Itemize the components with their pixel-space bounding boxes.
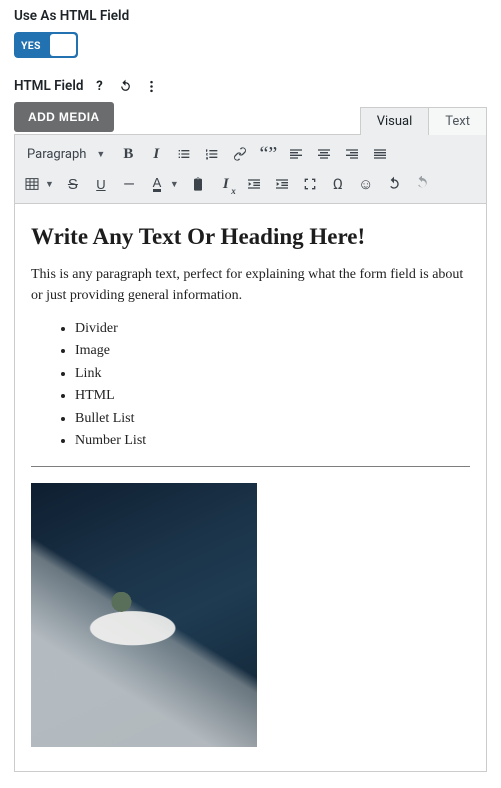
format-dropdown-label: Paragraph — [27, 147, 86, 162]
table-dropdown-icon[interactable]: ▼ — [45, 179, 54, 190]
bold-button[interactable]: B — [115, 141, 141, 167]
redo-button[interactable] — [409, 171, 435, 197]
emoji-button[interactable]: ☺ — [353, 171, 379, 197]
chevron-down-icon: ▼ — [96, 149, 105, 160]
align-right-button[interactable] — [339, 141, 365, 167]
editor-content[interactable]: Write Any Text Or Heading Here! This is … — [14, 204, 487, 772]
list-item: Image — [75, 340, 470, 362]
blockquote-button[interactable]: “” — [255, 141, 281, 167]
add-media-button[interactable]: ADD MEDIA — [14, 102, 114, 132]
more-icon[interactable] — [143, 78, 159, 94]
content-image — [31, 483, 257, 747]
bullet-list-button[interactable] — [171, 141, 197, 167]
numbered-list-button[interactable] — [199, 141, 225, 167]
list-item: HTML — [75, 385, 470, 407]
use-as-html-toggle[interactable]: YES — [14, 32, 78, 58]
table-button[interactable] — [19, 171, 45, 197]
content-divider — [31, 466, 470, 467]
format-dropdown[interactable]: Paragraph ▼ — [19, 144, 113, 165]
help-icon[interactable]: ? — [91, 78, 107, 94]
toggle-knob — [50, 34, 76, 56]
italic-button[interactable]: I — [143, 141, 169, 167]
use-as-html-label: Use As HTML Field — [14, 8, 487, 24]
text-color-dropdown-icon[interactable]: ▼ — [170, 179, 179, 190]
content-paragraph: This is any paragraph text, perfect for … — [31, 264, 470, 306]
list-item: Link — [75, 363, 470, 385]
outdent-button[interactable] — [241, 171, 267, 197]
editor-toolbar: Paragraph ▼ B I “” ▼ S — [14, 134, 487, 204]
underline-button[interactable]: U — [88, 171, 114, 197]
tab-text[interactable]: Text — [429, 107, 487, 135]
list-item: Number List — [75, 430, 470, 452]
tab-visual[interactable]: Visual — [360, 107, 430, 135]
content-heading: Write Any Text Or Heading Here! — [31, 224, 470, 250]
fullscreen-button[interactable] — [297, 171, 323, 197]
align-left-button[interactable] — [283, 141, 309, 167]
link-button[interactable] — [227, 141, 253, 167]
clear-formatting-button[interactable]: Ix — [213, 171, 239, 197]
paste-text-button[interactable] — [185, 171, 211, 197]
list-item: Bullet List — [75, 408, 470, 430]
indent-button[interactable] — [269, 171, 295, 197]
toggle-yes-text: YES — [14, 39, 41, 52]
undo-button[interactable] — [381, 171, 407, 197]
align-justify-button[interactable] — [367, 141, 393, 167]
reset-icon[interactable] — [117, 78, 133, 94]
text-color-button[interactable]: A — [144, 171, 170, 197]
horizontal-rule-button[interactable]: — — [116, 171, 142, 197]
special-char-button[interactable]: Ω — [325, 171, 351, 197]
list-item: Divider — [75, 318, 470, 340]
html-field-label: HTML Field — [14, 78, 83, 94]
align-center-button[interactable] — [311, 141, 337, 167]
strikethrough-button[interactable]: S — [60, 171, 86, 197]
content-list: Divider Image Link HTML Bullet List Numb… — [31, 318, 470, 452]
